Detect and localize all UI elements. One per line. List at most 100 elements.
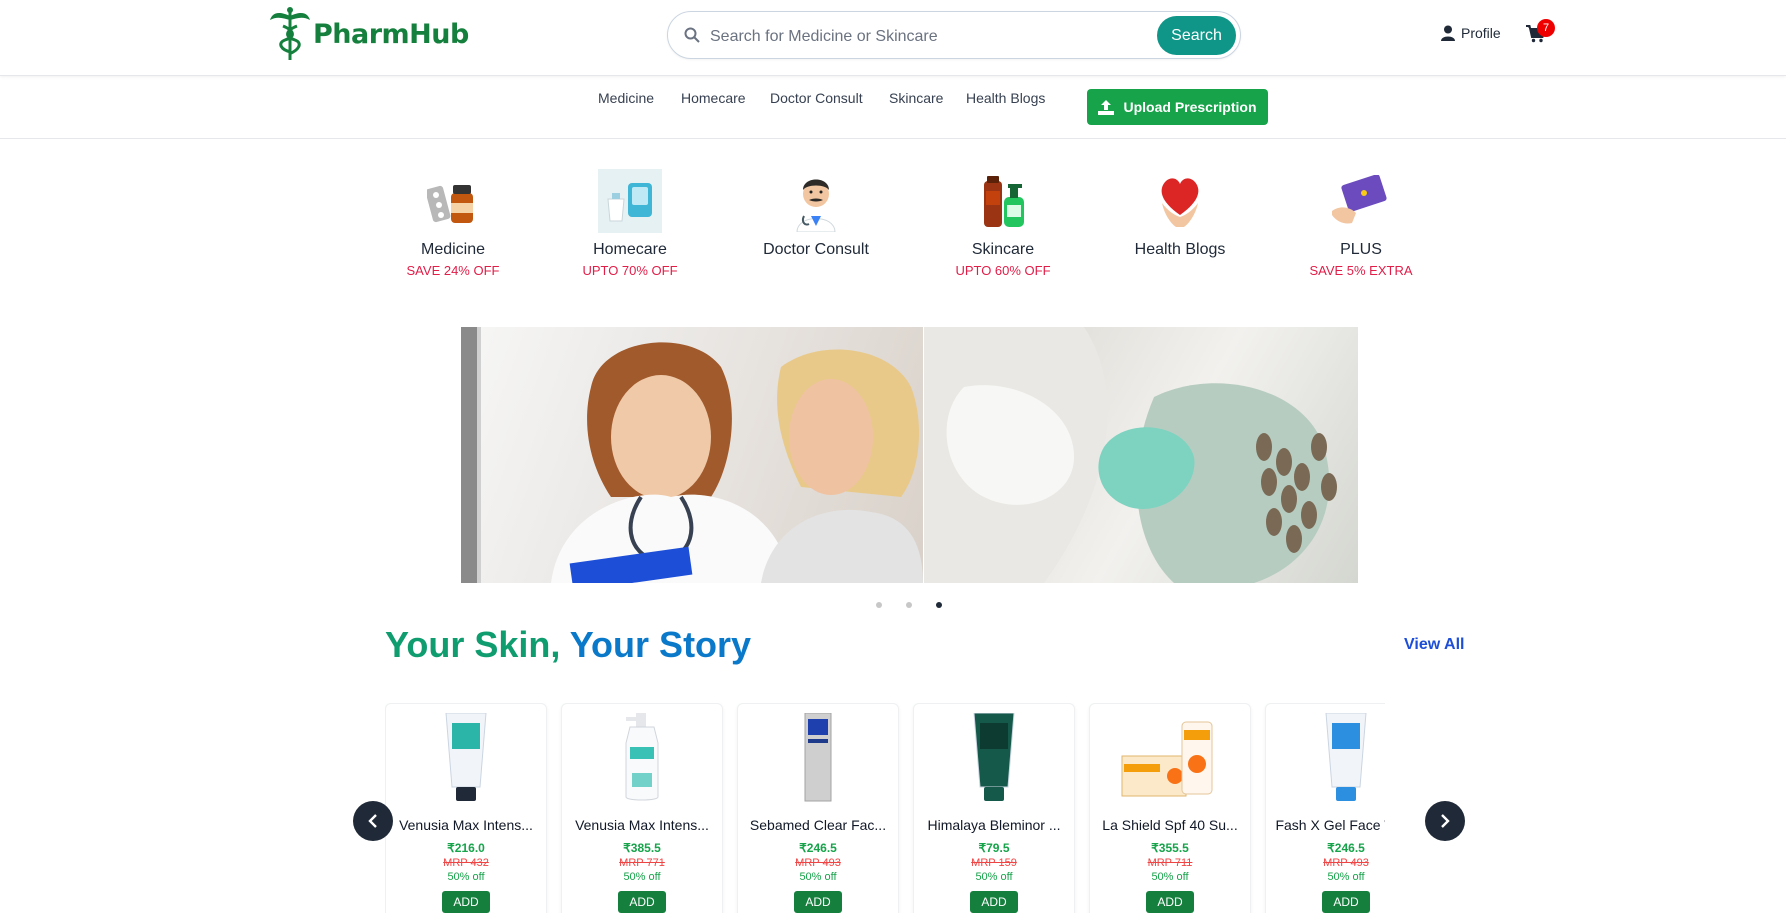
search-button[interactable]: Search	[1157, 16, 1236, 55]
add-to-cart-button[interactable]: ADD	[618, 891, 666, 913]
category-medicine[interactable]: Medicine SAVE 24% OFF	[373, 168, 533, 278]
category-offer: UPTO 60% OFF	[955, 263, 1051, 278]
product-card[interactable]: La Shield Spf 40 Su... ₹355.5 MRP 711 50% o…	[1089, 703, 1251, 913]
profile-label: Profile	[1461, 25, 1501, 41]
add-to-cart-button[interactable]: ADD	[970, 891, 1018, 913]
product-mrp: MRP 159	[971, 857, 1017, 869]
product-price: ₹216.0	[447, 841, 485, 855]
user-icon	[1441, 25, 1455, 41]
category-doctor-consult[interactable]: Doctor Consult	[736, 168, 896, 263]
product-discount: 50% off	[1151, 871, 1189, 883]
carousel-next-button[interactable]	[1425, 801, 1465, 841]
chevron-left-icon	[368, 814, 377, 828]
brand-name: PharmHub	[313, 18, 469, 50]
plus-card-icon	[1328, 168, 1394, 234]
product-price: ₹246.5	[799, 841, 837, 855]
product-price: ₹79.5	[978, 841, 1010, 855]
nav-item-health-blogs[interactable]: Health Blogs	[966, 90, 1045, 106]
brand-logo[interactable]: PharmHub	[269, 6, 469, 62]
product-discount: 50% off	[799, 871, 837, 883]
product-name: Sebamed Clear Fac...	[749, 817, 887, 833]
product-discount: 50% off	[975, 871, 1013, 883]
search-icon	[684, 27, 700, 43]
product-mrp: MRP 493	[1323, 857, 1369, 869]
add-to-cart-button[interactable]: ADD	[442, 891, 490, 913]
section-title-part1: Your Skin,	[385, 624, 561, 665]
section-title: Your Skin, Your Story	[385, 624, 751, 666]
product-price: ₹355.5	[1151, 841, 1189, 855]
product-image	[738, 710, 898, 805]
product-image	[562, 710, 722, 805]
caduceus-icon	[270, 7, 310, 60]
product-mrp: MRP 771	[619, 857, 665, 869]
product-card[interactable]: Himalaya Bleminor ... ₹79.5 MRP 159 50% off…	[913, 703, 1075, 913]
product-carousel: Venusia Max Intens... ₹216.0 MRP 432 50% of…	[385, 703, 1385, 913]
skincare-icon	[970, 168, 1036, 234]
upload-icon	[1098, 99, 1115, 115]
product-discount: 50% off	[447, 871, 485, 883]
carousel-dot-active[interactable]	[936, 602, 942, 608]
category-plus[interactable]: PLUS SAVE 5% EXTRA	[1281, 168, 1441, 278]
category-label: Homecare	[593, 241, 667, 258]
main-nav: Medicine Homecare Doctor Consult Skincar…	[0, 76, 1786, 139]
section-title-part2: Your Story	[569, 624, 752, 665]
category-offer: SAVE 24% OFF	[406, 263, 500, 278]
product-card[interactable]: Sebamed Clear Fac... ₹246.5 MRP 493 50% off…	[737, 703, 899, 913]
category-offer: UPTO 70% OFF	[582, 263, 678, 278]
profile-link[interactable]: Profile	[1441, 25, 1501, 41]
banner-doctor-patient-image	[461, 327, 923, 583]
carousel-dot[interactable]	[876, 602, 882, 608]
add-to-cart-button[interactable]: ADD	[1146, 891, 1194, 913]
medicine-icon	[420, 168, 486, 234]
product-price: ₹246.5	[1327, 841, 1365, 855]
nav-item-medicine[interactable]: Medicine	[598, 90, 654, 106]
upload-prescription-button[interactable]: Upload Prescription	[1087, 89, 1268, 125]
product-image	[914, 710, 1074, 805]
nav-item-skincare[interactable]: Skincare	[889, 90, 943, 106]
banner-pill-jar-image	[924, 327, 1358, 583]
search-bar: Search	[667, 11, 1241, 59]
category-label: Doctor Consult	[763, 241, 869, 258]
category-health-blogs[interactable]: Health Blogs	[1100, 168, 1260, 263]
product-card[interactable]: Venusia Max Intens... ₹216.0 MRP 432 50% of…	[385, 703, 547, 913]
product-card[interactable]: Venusia Max Intens... ₹385.5 MRP 771 50% of…	[561, 703, 723, 913]
add-to-cart-button[interactable]: ADD	[794, 891, 842, 913]
product-name: Fash X Gel Face Wa...	[1275, 817, 1385, 833]
category-label: Medicine	[420, 241, 486, 258]
view-all-link[interactable]: View All	[1404, 636, 1464, 654]
category-label: PLUS	[1340, 241, 1382, 258]
category-offer: SAVE 5% EXTRA	[1309, 263, 1413, 278]
category-skincare[interactable]: Skincare UPTO 60% OFF	[923, 168, 1083, 278]
nav-item-homecare[interactable]: Homecare	[681, 90, 746, 106]
carousel-dot[interactable]	[906, 602, 912, 608]
category-label: Health Blogs	[1134, 241, 1226, 258]
chevron-right-icon	[1441, 814, 1450, 828]
product-image	[1266, 710, 1385, 805]
product-image	[1090, 710, 1250, 805]
product-mrp: MRP 493	[795, 857, 841, 869]
product-name: La Shield Spf 40 Su...	[1102, 817, 1238, 833]
product-name: Venusia Max Intens...	[399, 817, 533, 833]
category-homecare[interactable]: Homecare UPTO 70% OFF	[550, 168, 710, 278]
search-input[interactable]	[708, 24, 1112, 50]
heart-icon	[1147, 168, 1213, 234]
product-name: Venusia Max Intens...	[575, 817, 709, 833]
top-header: PharmHub Search Profile 7	[0, 0, 1786, 76]
upload-prescription-label: Upload Prescription	[1123, 99, 1257, 115]
product-card[interactable]: Fash X Gel Face Wa... ₹246.5 MRP 493 50% of…	[1265, 703, 1385, 913]
product-mrp: MRP 711	[1147, 857, 1193, 869]
cart-count-badge: 7	[1537, 19, 1555, 37]
carousel-dots	[876, 602, 942, 608]
homecare-icon	[597, 168, 663, 234]
carousel-prev-button[interactable]	[353, 801, 393, 841]
product-discount: 50% off	[1327, 871, 1365, 883]
doctor-icon	[783, 168, 849, 234]
add-to-cart-button[interactable]: ADD	[1322, 891, 1370, 913]
nav-item-doctor-consult[interactable]: Doctor Consult	[770, 90, 863, 106]
category-label: Skincare	[971, 241, 1035, 258]
product-name: Himalaya Bleminor ...	[927, 817, 1061, 833]
product-mrp: MRP 432	[443, 857, 489, 869]
hero-banner[interactable]	[461, 327, 1358, 583]
product-image	[386, 710, 546, 805]
product-discount: 50% off	[623, 871, 661, 883]
